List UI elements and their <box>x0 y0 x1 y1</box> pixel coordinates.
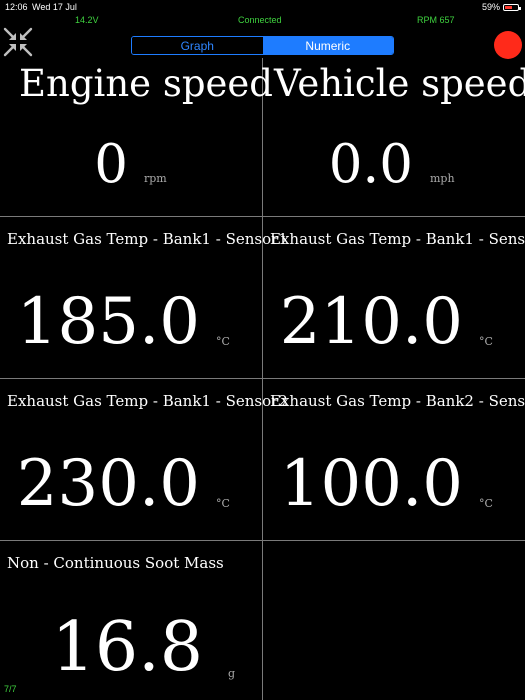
gauge-unit: g <box>228 667 236 680</box>
gauge-unit: °C <box>479 335 493 348</box>
rpm-readout: RPM 657 <box>417 15 455 25</box>
gauge-unit: rpm <box>144 172 167 185</box>
gauge-egt-b1s1[interactable]: Exhaust Gas Temp - Bank1 - Sensor1 185.0… <box>0 217 288 379</box>
collapse-arrows-icon[interactable] <box>3 27 33 57</box>
status-time: 12:06 <box>5 2 28 12</box>
gauge-value: 210.0 <box>279 285 463 359</box>
page-indicator: 7/7 <box>4 684 17 694</box>
gauge-title: Exhaust Gas Temp - Bank1 - Sensor3 <box>270 230 525 248</box>
gauge-egt-b1s2[interactable]: Exhaust Gas Temp - Bank1 - Sensor2 230.0… <box>0 379 288 541</box>
gauge-title: Exhaust Gas Temp - Bank2 - Sensor1 <box>270 392 525 410</box>
voltage-readout: 14.2V <box>75 15 99 25</box>
gauge-title: Vehicle speed <box>274 62 525 105</box>
gauge-unit: °C <box>479 497 493 510</box>
gauge-value: 100.0 <box>279 447 463 521</box>
gauge-value: 185.0 <box>16 285 200 359</box>
gauge-unit: °C <box>216 497 230 510</box>
gauge-unit: °C <box>216 335 230 348</box>
view-mode-segmented-control[interactable]: Graph Numeric <box>131 36 394 55</box>
gauge-value: 0 <box>94 134 128 195</box>
gauge-egt-b1s3[interactable]: Exhaust Gas Temp - Bank1 - Sensor3 210.0… <box>263 217 525 379</box>
gauge-grid: Engine speed 0 rpm Vehicle speed 0.0 mph… <box>0 58 525 700</box>
record-button[interactable] <box>494 31 522 59</box>
gauge-title: Engine speed <box>19 62 273 105</box>
gauge-value: 230.0 <box>16 447 200 521</box>
gauge-value: 16.8 <box>51 608 203 687</box>
tab-numeric[interactable]: Numeric <box>262 37 393 54</box>
gauge-title: Exhaust Gas Temp - Bank1 - Sensor1 <box>7 230 288 248</box>
tab-graph[interactable]: Graph <box>132 37 263 54</box>
gauge-soot-mass[interactable]: Non - Continuous Soot Mass 16.8 g <box>0 541 262 700</box>
gauge-title: Exhaust Gas Temp - Bank1 - Sensor2 <box>7 392 288 410</box>
gauge-vehicle-speed[interactable]: Vehicle speed 0.0 mph <box>263 58 525 216</box>
gauge-unit: mph <box>430 172 455 185</box>
gauge-title: Non - Continuous Soot Mass <box>7 554 224 572</box>
status-date: Wed 17 Jul <box>32 2 77 12</box>
gauge-engine-speed[interactable]: Engine speed 0 rpm <box>0 58 273 216</box>
connection-status: Connected <box>238 15 282 25</box>
battery-indicator: 59% <box>481 2 521 12</box>
gauge-value: 0.0 <box>328 134 413 195</box>
battery-percent: 59% <box>481 2 500 12</box>
gauge-egt-b2s1[interactable]: Exhaust Gas Temp - Bank2 - Sensor1 100.0… <box>263 379 525 541</box>
status-bar: 12:06 Wed 17 Jul 59% <box>0 0 525 14</box>
battery-icon <box>503 3 521 11</box>
empty-gauge-slot <box>263 541 525 700</box>
